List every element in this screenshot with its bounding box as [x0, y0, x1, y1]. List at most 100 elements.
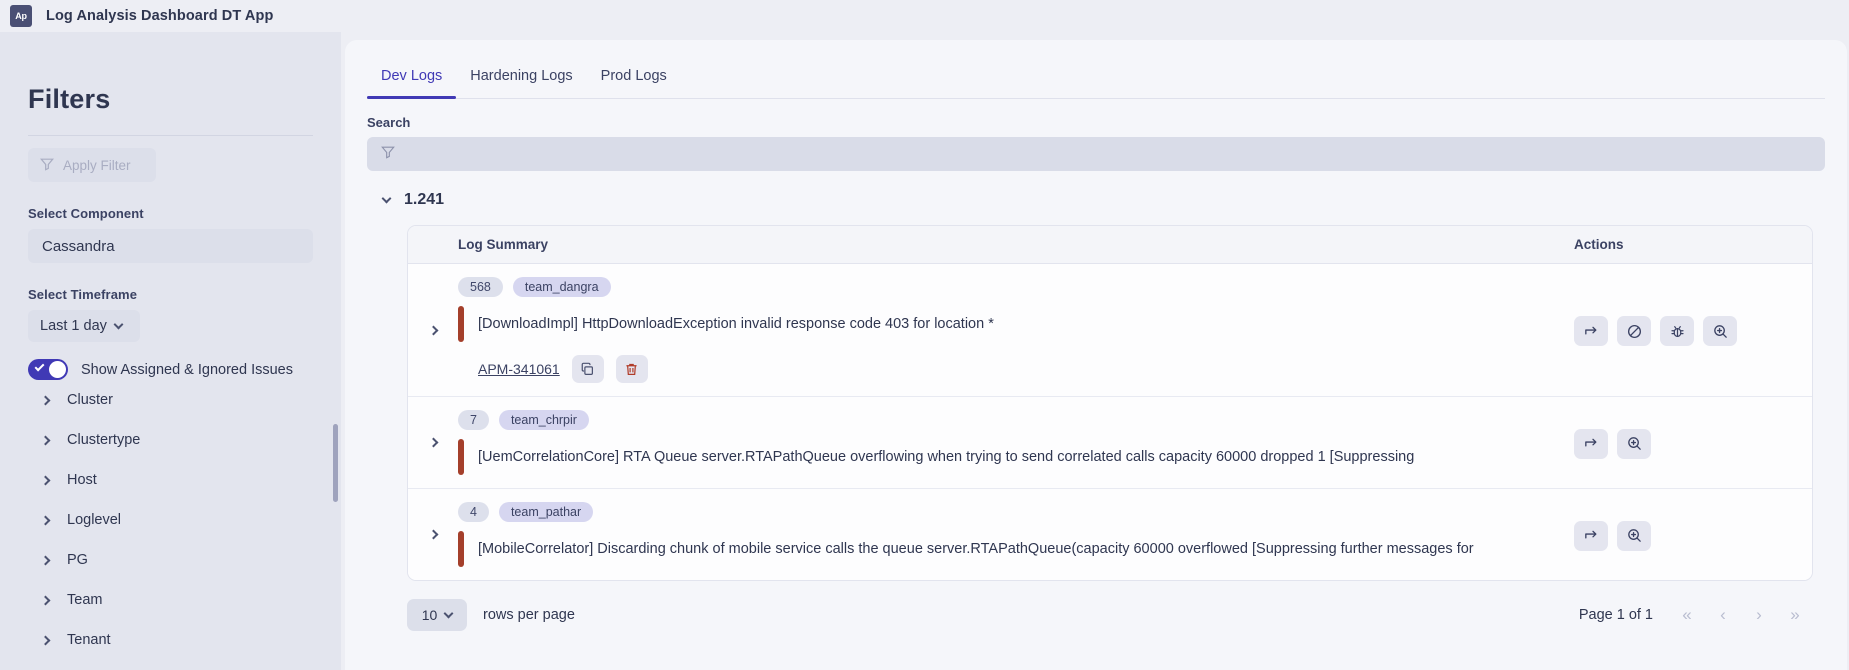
sidebar-item-clustertype[interactable]: Clustertype	[28, 420, 313, 460]
tab-label: Prod Logs	[600, 68, 667, 84]
row-action-buttons	[1574, 397, 1812, 488]
app-shell: Filters Apply Filter Select Component Ca…	[0, 32, 1849, 670]
version-group-header[interactable]: 1.241	[367, 191, 1825, 209]
select-timeframe-label: Select Timeframe	[28, 287, 138, 302]
pagination: Page 1 of 1 « ‹ › »	[1579, 600, 1813, 630]
show-assigned-toggle-label: Show Assigned & Ignored Issues	[81, 361, 293, 378]
team-badge: team_chrpir	[498, 410, 589, 430]
row-action-buttons	[1574, 489, 1812, 580]
assign-button[interactable]	[1574, 520, 1608, 551]
row-content: 4 team_pathar [MobileCorrelator] Discard…	[458, 489, 1574, 580]
next-page-icon[interactable]: ›	[1741, 600, 1777, 630]
inspect-button[interactable]	[1703, 316, 1737, 346]
filter-icon	[40, 157, 54, 174]
page-title: Filters	[28, 84, 111, 114]
search-input[interactable]	[367, 137, 1825, 171]
last-page-icon[interactable]: »	[1777, 600, 1813, 630]
tab-hardening-logs[interactable]: Hardening Logs	[456, 62, 586, 98]
delete-ticket-button[interactable]	[615, 355, 648, 383]
timeframe-select[interactable]: Last 1 day	[28, 310, 140, 342]
create-bug-button[interactable]	[1660, 316, 1694, 346]
prev-page-icon[interactable]: ‹	[1705, 600, 1741, 630]
sidebar-item-loglevel[interactable]: Loglevel	[28, 500, 313, 540]
row-message-line: [UemCorrelationCore] RTA Queue server.RT…	[458, 439, 1574, 475]
facet-label: Cluster	[67, 392, 113, 408]
facet-label: Loglevel	[67, 512, 122, 528]
chevron-right-icon	[40, 435, 51, 445]
assign-button[interactable]	[1574, 428, 1608, 459]
inspect-button[interactable]	[1617, 520, 1651, 551]
row-badges: 568 team_dangra	[458, 277, 1574, 297]
table-row: 7 team_chrpir [UemCorrelationCore] RTA Q…	[408, 397, 1812, 489]
sidebar-item-tenant[interactable]: Tenant	[28, 620, 313, 660]
chevron-down-icon[interactable]	[381, 193, 392, 203]
table-footer: 10 rows per page Page 1 of 1 « ‹ › »	[407, 599, 1813, 631]
sidebar-item-cluster[interactable]: Cluster	[28, 380, 313, 420]
timeframe-value: Last 1 day	[40, 318, 107, 334]
chevron-right-icon	[40, 595, 51, 605]
sidebar-item-host[interactable]: Host	[28, 460, 313, 500]
tab-label: Hardening Logs	[470, 68, 573, 84]
table-row: 4 team_pathar [MobileCorrelator] Discard…	[408, 489, 1812, 580]
column-header-actions: Actions	[1574, 237, 1624, 252]
rows-per-page-value: 10	[421, 607, 438, 623]
chevron-right-icon	[40, 555, 51, 565]
component-value: Cassandra	[42, 237, 115, 255]
chevron-right-icon	[40, 395, 51, 405]
facet-list: Cluster Clustertype Host Loglevel PG Tea…	[28, 380, 313, 660]
apply-filter-button[interactable]: Apply Filter	[28, 148, 156, 182]
tab-prod-logs[interactable]: Prod Logs	[587, 62, 681, 98]
tab-dev-logs[interactable]: Dev Logs	[367, 62, 457, 99]
severity-bar	[458, 439, 464, 475]
show-assigned-toggle-row[interactable]: Show Assigned & Ignored Issues	[28, 359, 313, 380]
first-page-icon[interactable]: «	[1669, 600, 1705, 630]
component-select[interactable]: Cassandra	[28, 229, 313, 263]
sidebar-item-pg[interactable]: PG	[28, 540, 313, 580]
row-expand-button[interactable]	[408, 264, 458, 396]
chevron-right-icon	[40, 635, 51, 645]
rows-per-page-label: rows per page	[483, 607, 575, 623]
assign-button[interactable]	[1574, 316, 1608, 346]
facet-label: PG	[67, 552, 88, 568]
main-content: Dev Logs Hardening Logs Prod Logs Search…	[341, 32, 1849, 670]
sidebar-item-team[interactable]: Team	[28, 580, 313, 620]
occurrence-count-badge: 568	[458, 277, 503, 297]
tab-label: Dev Logs	[381, 68, 443, 84]
sidebar-scrollbar-thumb[interactable]	[333, 424, 338, 502]
log-summary-text: [MobileCorrelator] Discarding chunk of m…	[478, 541, 1474, 557]
chevron-right-icon	[428, 529, 438, 540]
row-badges: 4 team_pathar	[458, 502, 1574, 522]
log-summary-text: [UemCorrelationCore] RTA Queue server.RT…	[478, 449, 1415, 465]
copy-ticket-button[interactable]	[571, 355, 604, 383]
log-summary-text: [DownloadImpl] HttpDownloadException inv…	[478, 316, 994, 332]
chevron-right-icon	[428, 325, 438, 335]
log-tabs: Dev Logs Hardening Logs Prod Logs	[367, 40, 1825, 99]
chevron-down-icon	[113, 319, 124, 329]
chevron-right-icon	[40, 475, 51, 485]
table-header-row: Log Summary Actions	[408, 226, 1812, 264]
inspect-button[interactable]	[1617, 428, 1651, 459]
rows-per-page-select[interactable]: 10	[407, 599, 467, 631]
sidebar-divider	[28, 135, 313, 136]
toggle-knob	[49, 361, 66, 378]
show-assigned-toggle[interactable]	[28, 359, 68, 380]
sidebar-scrollbar[interactable]	[332, 32, 338, 670]
page-indicator: Page 1 of 1	[1578, 607, 1653, 623]
row-content: 568 team_dangra [DownloadImpl] HttpDownl…	[458, 264, 1574, 396]
row-expand-button[interactable]	[408, 397, 458, 488]
team-badge: team_dangra	[512, 277, 611, 297]
version-label: 1.241	[404, 191, 445, 208]
row-message-line: [DownloadImpl] HttpDownloadException inv…	[458, 306, 1574, 342]
ticket-link[interactable]: APM-341061	[478, 361, 560, 377]
app-logo-icon: Ap	[10, 5, 32, 27]
team-badge: team_pathar	[498, 502, 594, 522]
ignore-button[interactable]	[1617, 316, 1651, 346]
facet-label: Team	[67, 592, 103, 608]
select-component-label: Select Component	[28, 206, 144, 221]
window-titlebar: Ap Log Analysis Dashboard DT App	[0, 0, 1849, 32]
row-expand-button[interactable]	[408, 489, 458, 580]
facet-label: Host	[67, 472, 97, 488]
occurrence-count-badge: 4	[458, 502, 489, 522]
row-badges: 7 team_chrpir	[458, 410, 1574, 430]
chevron-right-icon	[40, 515, 51, 525]
